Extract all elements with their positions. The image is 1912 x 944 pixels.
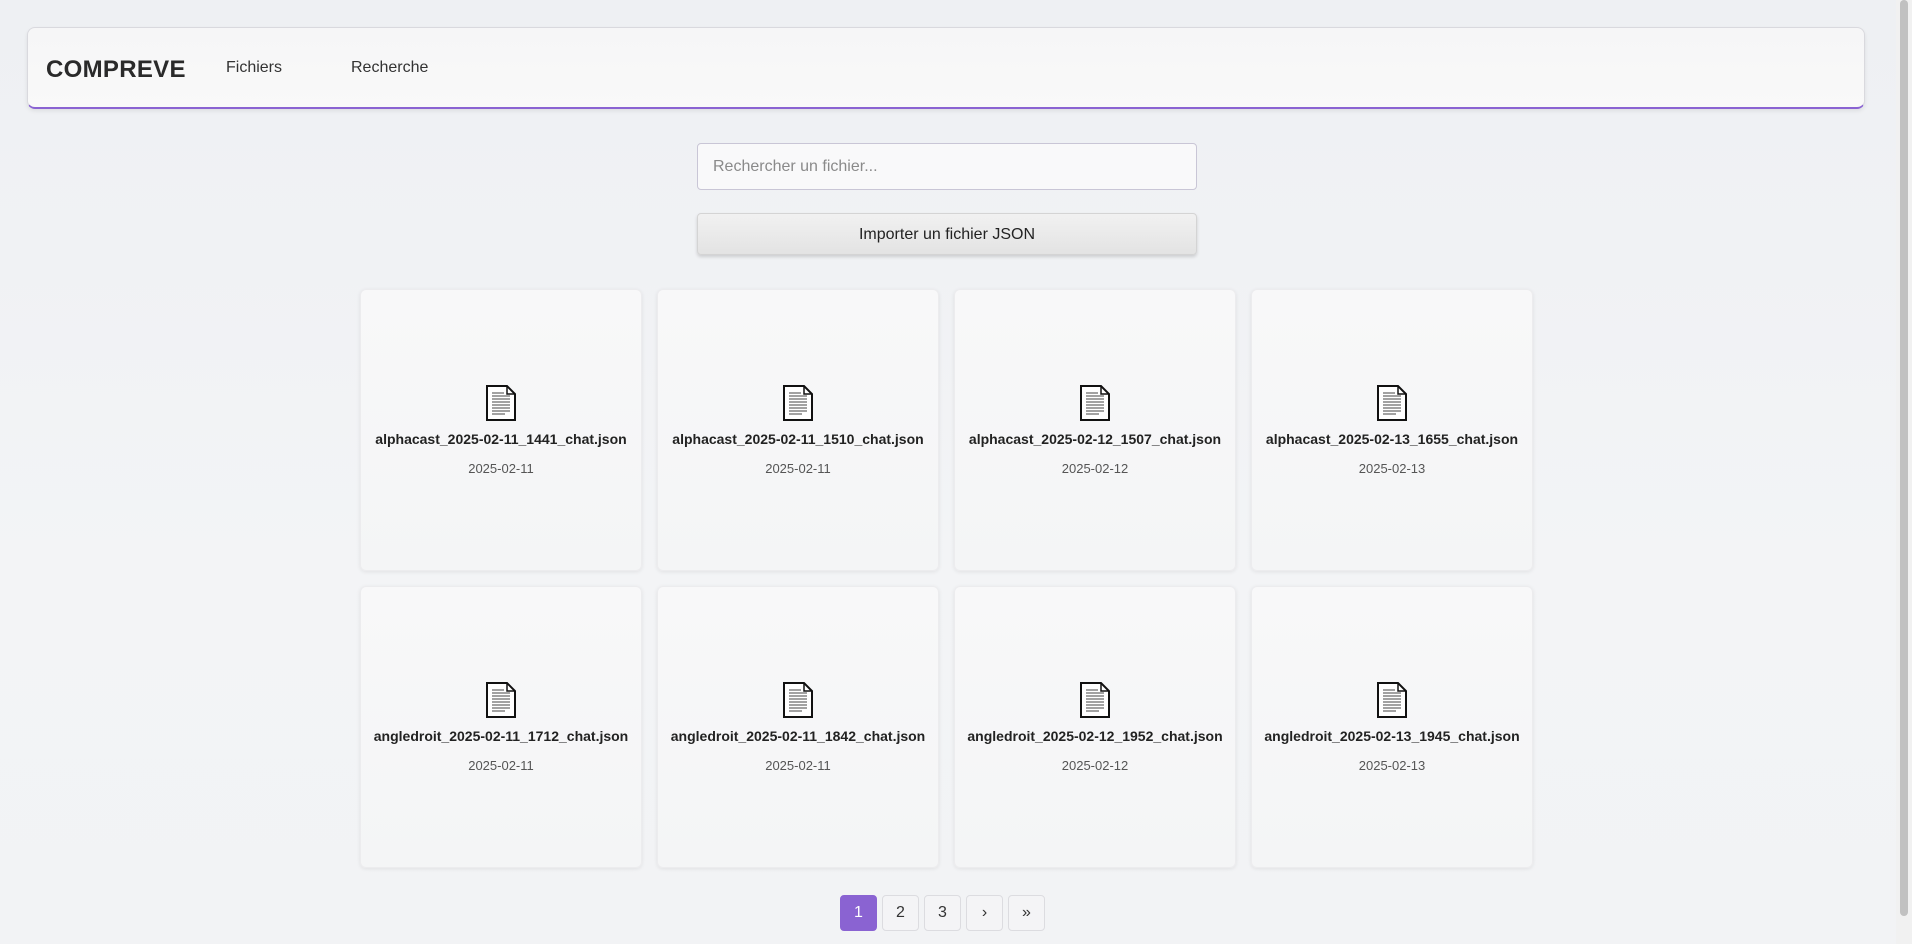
file-name: alphacast_2025-02-11_1510_chat.json (672, 430, 924, 447)
file-date: 2025-02-11 (468, 460, 534, 476)
nav-link-fichiers[interactable]: Fichiers (226, 59, 282, 77)
file-card[interactable]: alphacast_2025-02-11_1441_chat.json 2025… (360, 289, 642, 571)
file-card[interactable]: alphacast_2025-02-11_1510_chat.json 2025… (657, 289, 939, 571)
document-icon (1377, 681, 1407, 718)
file-name: alphacast_2025-02-13_1655_chat.json (1265, 430, 1519, 447)
file-name: angledroit_2025-02-11_1842_chat.json (670, 727, 926, 744)
file-name: angledroit_2025-02-13_1945_chat.json (1264, 727, 1520, 744)
document-icon (1080, 681, 1110, 718)
vertical-scrollbar[interactable] (1896, 0, 1912, 944)
file-name: alphacast_2025-02-12_1507_chat.json (968, 430, 1222, 447)
file-card[interactable]: alphacast_2025-02-13_1655_chat.json 2025… (1251, 289, 1533, 571)
pagination: 1 2 3 › » (840, 895, 1045, 931)
document-icon (486, 681, 516, 718)
next-page-button[interactable]: › (966, 895, 1003, 931)
file-date: 2025-02-12 (1061, 460, 1129, 476)
document-icon (783, 681, 813, 718)
last-page-button[interactable]: » (1008, 895, 1045, 931)
navbar: COMPREVE Fichiers Recherche (27, 27, 1865, 109)
file-date: 2025-02-11 (468, 757, 534, 773)
nav-link-recherche[interactable]: Recherche (351, 59, 428, 77)
file-date: 2025-02-13 (1358, 757, 1426, 773)
file-date: 2025-02-12 (1061, 757, 1129, 773)
file-name: angledroit_2025-02-12_1952_chat.json (967, 727, 1223, 744)
file-grid: alphacast_2025-02-11_1441_chat.json 2025… (360, 289, 1534, 868)
file-date: 2025-02-11 (765, 757, 831, 773)
file-card[interactable]: angledroit_2025-02-11_1712_chat.json 202… (360, 586, 642, 868)
document-icon (783, 384, 813, 421)
document-icon (1377, 384, 1407, 421)
file-card[interactable]: angledroit_2025-02-13_1945_chat.json 202… (1251, 586, 1533, 868)
import-json-button[interactable]: Importer un fichier JSON (697, 213, 1197, 255)
brand-logo[interactable]: COMPREVE (46, 56, 186, 84)
page-button-2[interactable]: 2 (882, 895, 919, 931)
file-date: 2025-02-13 (1358, 460, 1426, 476)
file-name: angledroit_2025-02-11_1712_chat.json (373, 727, 629, 744)
page-button-1[interactable]: 1 (840, 895, 877, 931)
file-name: alphacast_2025-02-11_1441_chat.json (375, 430, 627, 447)
file-card[interactable]: alphacast_2025-02-12_1507_chat.json 2025… (954, 289, 1236, 571)
page: COMPREVE Fichiers Recherche Importer un … (0, 0, 1912, 944)
file-card[interactable]: angledroit_2025-02-11_1842_chat.json 202… (657, 586, 939, 868)
scrollbar-thumb[interactable] (1900, 0, 1908, 916)
document-icon (486, 384, 516, 421)
file-card[interactable]: angledroit_2025-02-12_1952_chat.json 202… (954, 586, 1236, 868)
document-icon (1080, 384, 1110, 421)
search-input[interactable] (697, 143, 1197, 190)
page-button-3[interactable]: 3 (924, 895, 961, 931)
file-date: 2025-02-11 (765, 460, 831, 476)
